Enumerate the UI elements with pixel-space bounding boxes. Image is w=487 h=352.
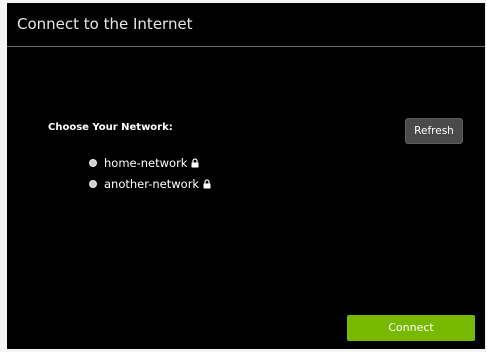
network-option-home-network[interactable]: home-network bbox=[89, 152, 211, 173]
network-option-another-network[interactable]: another-network bbox=[89, 173, 211, 194]
connect-button[interactable]: Connect bbox=[347, 315, 475, 341]
network-radio[interactable] bbox=[89, 179, 97, 188]
lock-icon bbox=[191, 157, 199, 167]
network-name: another-network bbox=[104, 176, 200, 191]
network-radio[interactable] bbox=[89, 158, 97, 167]
dialog-header: Connect to the Internet bbox=[7, 3, 485, 47]
choose-network-label: Choose Your Network: bbox=[48, 122, 173, 133]
dialog-title: Connect to the Internet bbox=[17, 15, 193, 33]
network-name: home-network bbox=[104, 155, 188, 170]
lock-icon bbox=[203, 178, 211, 188]
header-divider bbox=[7, 46, 485, 47]
refresh-button[interactable]: Refresh bbox=[405, 118, 463, 144]
network-list: home-network another-network bbox=[89, 152, 211, 194]
connect-dialog: Connect to the Internet Choose Your Netw… bbox=[7, 3, 485, 349]
